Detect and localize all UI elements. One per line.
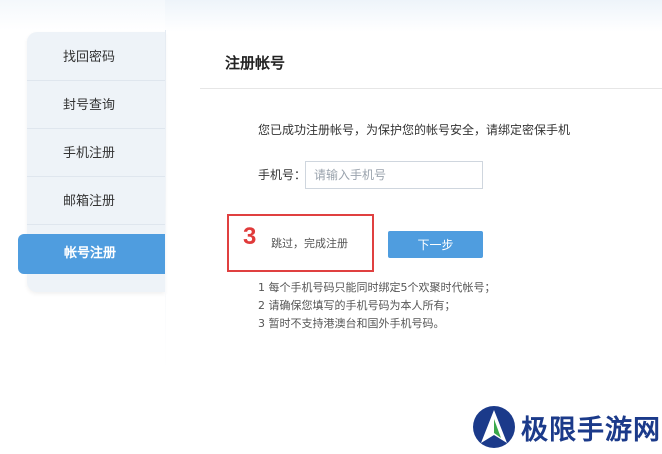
- title-divider: [200, 88, 662, 89]
- top-background-right: [165, 0, 662, 32]
- phone-label: 手机号：: [258, 168, 307, 182]
- sidebar-item-account-register[interactable]: 帐号注册: [18, 234, 165, 274]
- watermark-logo-icon: [473, 406, 515, 448]
- sidebar-item-label: 封号查询: [63, 98, 116, 113]
- sidebar-item-label: 帐号注册: [64, 246, 117, 261]
- tip-item: 2 请确保您填写的手机号码为本人所有；: [258, 299, 456, 312]
- sidebar-item-label: 邮箱注册: [63, 194, 116, 209]
- panel-divider: [165, 30, 166, 370]
- sidebar-item-email-register[interactable]: 邮箱注册: [27, 178, 165, 225]
- success-notice: 您已成功注册帐号，为保护您的帐号安全，请绑定密保手机: [258, 123, 571, 137]
- sidebar-item-recover-password[interactable]: 找回密码: [27, 34, 165, 81]
- sidebar-item-ban-query[interactable]: 封号查询: [27, 82, 165, 129]
- step-number: 3: [243, 223, 257, 250]
- phone-input[interactable]: [305, 161, 483, 189]
- tip-item: 3 暂时不支持港澳台和国外手机号码。: [258, 317, 445, 330]
- skip-finish-link[interactable]: 跳过，完成注册: [271, 235, 348, 251]
- tips-list: 1 每个手机号码只能同时绑定5个欢聚时代帐号； 2 请确保您填写的手机号码为本人…: [258, 279, 496, 333]
- sidebar-item-label: 手机注册: [63, 146, 116, 161]
- tip-item: 1 每个手机号码只能同时绑定5个欢聚时代帐号；: [258, 281, 496, 294]
- sidebar-item-phone-register[interactable]: 手机注册: [27, 130, 165, 177]
- watermark-text: 极限手游网: [521, 415, 661, 446]
- sidebar-item-label: 找回密码: [63, 50, 116, 65]
- next-step-button[interactable]: 下一步: [388, 231, 483, 258]
- page-title: 注册帐号: [225, 54, 286, 72]
